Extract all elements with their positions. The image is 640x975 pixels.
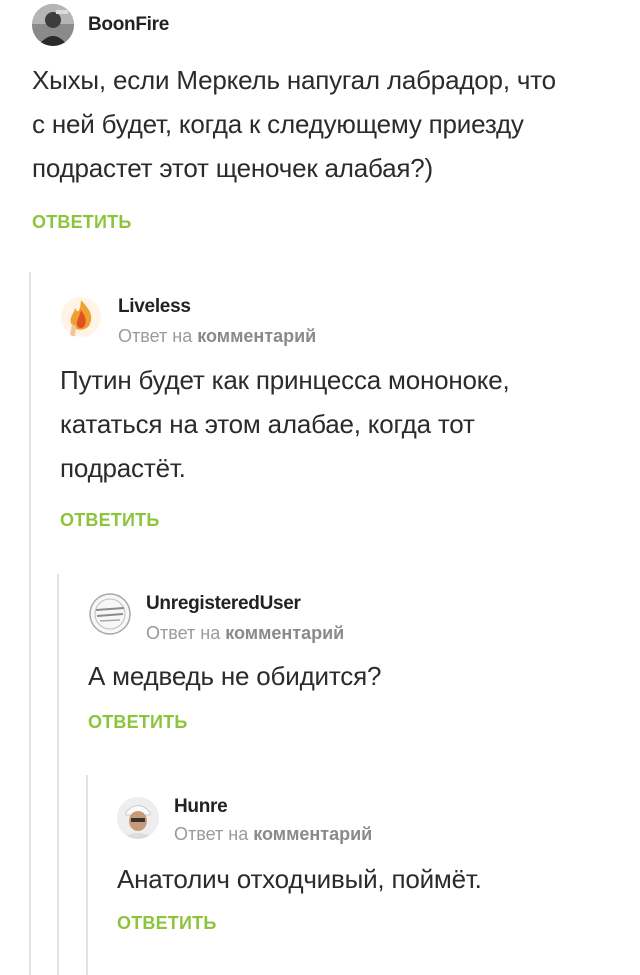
comment-body-line: подрастет этот щеночек алабая?) (32, 153, 433, 183)
comment-liveless: Liveless Ответ на комментарий Путин буде… (60, 290, 635, 540)
man-photo-avatar-icon[interactable] (117, 797, 159, 839)
thread-line-level-3 (86, 775, 88, 975)
comment-body: Хыхы, если Меркель напугал лабрадор, что… (32, 58, 632, 190)
comment-body-line: А медведь не обидится? (88, 661, 382, 691)
reply-meta-prefix: Ответ на (118, 326, 193, 346)
comment-body-line: кататься на этом алабае, когда тот (60, 409, 475, 439)
reply-meta-prefix: Ответ на (146, 623, 221, 643)
reply-meta: Ответ на комментарий (174, 824, 372, 845)
reply-button[interactable]: ОТВЕТИТЬ (117, 913, 216, 934)
comment-body: Анатолич отходчивый, поймёт. (117, 857, 632, 901)
comment-body-line: Хыхы, если Меркель напугал лабрадор, что (32, 65, 556, 95)
user-avatar-icon[interactable] (32, 4, 74, 46)
comment-author[interactable]: Liveless (118, 296, 191, 318)
comment-body-line: с ней будет, когда к следующему приезду (32, 109, 524, 139)
stamp-avatar-icon[interactable] (88, 592, 132, 636)
reply-meta-link[interactable]: комментарий (225, 623, 344, 643)
reply-meta: Ответ на комментарий (118, 326, 316, 347)
comment-boonfire: BoonFire Хыхы, если Меркель напугал лабр… (32, 0, 632, 240)
comment-body-line: Анатолич отходчивый, поймёт. (117, 864, 482, 894)
thread-line-level-1 (29, 272, 31, 975)
comment-body-line: подрастёт. (60, 453, 186, 483)
comment-author[interactable]: UnregisteredUser (146, 593, 301, 615)
reply-button[interactable]: ОТВЕТИТЬ (88, 712, 187, 733)
comment-author[interactable]: Hunre (174, 796, 228, 818)
reply-button[interactable]: ОТВЕТИТЬ (60, 510, 159, 531)
reply-meta: Ответ на комментарий (146, 623, 344, 644)
reply-meta-prefix: Ответ на (174, 824, 249, 844)
reply-meta-link[interactable]: комментарий (197, 326, 316, 346)
comment-body: Путин будет как принцесса мононоке, ката… (60, 358, 635, 490)
comment-body: А медведь не обидится? (88, 654, 633, 698)
comment-body-line: Путин будет как принцесса мононоке, (60, 365, 510, 395)
reply-button[interactable]: ОТВЕТИТЬ (32, 212, 131, 233)
comment-author[interactable]: BoonFire (88, 14, 169, 36)
comment-hunre: Hunre Ответ на комментарий Анатолич отхо… (117, 793, 632, 943)
reply-meta-link[interactable]: комментарий (253, 824, 372, 844)
comment-unregistereduser: UnregisteredUser Ответ на комментарий А … (88, 590, 633, 740)
flame-hand-avatar-icon[interactable] (60, 296, 102, 338)
thread-line-level-2 (57, 574, 59, 975)
